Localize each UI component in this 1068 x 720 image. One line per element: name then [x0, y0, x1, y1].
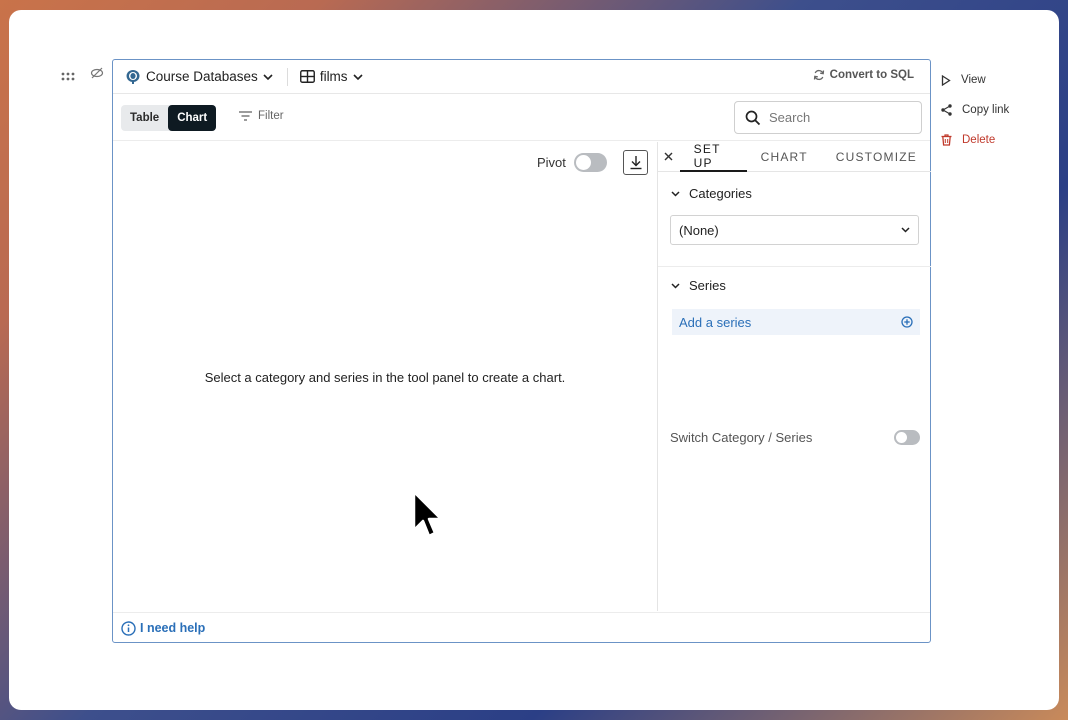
info-icon: [121, 620, 136, 636]
delete-label: Delete: [962, 134, 996, 146]
convert-to-sql-button[interactable]: Convert to SQL: [813, 69, 914, 81]
cell-actions-menu: View Copy link Delete: [941, 65, 1009, 155]
chevron-down-icon: [901, 227, 910, 233]
pivot-toggle[interactable]: [573, 153, 607, 172]
pivot-label: Pivot: [537, 155, 566, 170]
switch-label: Switch Category / Series: [670, 430, 813, 445]
filter-button[interactable]: Filter: [239, 110, 284, 122]
search-icon: [745, 110, 761, 125]
series-label: Series: [689, 278, 726, 293]
eye-off-icon[interactable]: [90, 66, 104, 80]
chevron-down-icon: [352, 73, 363, 80]
divider: [658, 266, 931, 267]
copy-link-label: Copy link: [962, 104, 1010, 116]
categories-section-toggle[interactable]: Categories: [671, 186, 752, 201]
sql-cell: Course Databases films Convert to SQL Ta…: [112, 59, 931, 643]
tab-chart[interactable]: CHART: [747, 142, 822, 172]
mouse-cursor-icon: [412, 490, 443, 538]
panel-tabs: SET UP CHART CUSTOMIZE: [658, 142, 931, 172]
share-icon: [941, 104, 952, 116]
divider: [286, 67, 288, 86]
download-icon: [630, 156, 641, 170]
chevron-down-icon: [263, 73, 273, 80]
toggle-knob: [575, 155, 591, 170]
table-icon: [299, 70, 315, 83]
search-input[interactable]: [769, 110, 909, 125]
play-icon: [941, 74, 951, 86]
delete-action[interactable]: Delete: [941, 125, 1009, 155]
table-name: films: [319, 69, 348, 84]
database-selector[interactable]: Course Databases: [125, 69, 273, 85]
database-name: Course Databases: [146, 69, 258, 84]
close-icon: [664, 152, 673, 161]
convert-label: Convert to SQL: [829, 69, 914, 81]
download-button[interactable]: [623, 150, 648, 175]
cell-header: Course Databases films Convert to SQL: [113, 60, 930, 94]
series-section-toggle[interactable]: Series: [671, 278, 726, 293]
categories-label: Categories: [689, 186, 752, 201]
tab-set-up[interactable]: SET UP: [679, 142, 747, 172]
drag-handle-icon[interactable]: [61, 72, 75, 82]
close-panel-button[interactable]: [658, 152, 680, 161]
tab-customize[interactable]: CUSTOMIZE: [822, 142, 931, 172]
search-box[interactable]: [734, 101, 922, 134]
chevron-down-icon: [671, 190, 680, 197]
view-label: View: [961, 74, 986, 86]
app-window: Course Databases films Convert to SQL Ta…: [9, 10, 1059, 710]
table-view-button[interactable]: Table: [121, 105, 168, 131]
refresh-icon: [813, 69, 824, 81]
category-select[interactable]: (None): [670, 215, 919, 245]
add-series-button[interactable]: Add a series: [672, 309, 920, 335]
cell-toolbar: Table Chart Filter: [113, 95, 930, 141]
filter-label: Filter: [258, 110, 284, 122]
chart-view-button[interactable]: Chart: [168, 105, 217, 131]
chart-tool-panel: SET UP CHART CUSTOMIZE Categories (None)…: [657, 142, 931, 611]
toggle-knob: [896, 432, 907, 443]
switch-category-series-toggle[interactable]: [894, 430, 920, 445]
help-link[interactable]: I need help: [113, 612, 930, 643]
table-selector[interactable]: films: [299, 69, 363, 84]
help-label: I need help: [140, 621, 206, 635]
filter-icon: [239, 111, 252, 121]
view-toggle: Table Chart: [121, 105, 217, 131]
switch-category-series-row: Switch Category / Series: [670, 430, 920, 445]
trash-icon: [941, 134, 952, 146]
view-action[interactable]: View: [941, 65, 1009, 95]
copy-link-action[interactable]: Copy link: [941, 95, 1009, 125]
plus-circle-icon: [901, 316, 913, 328]
postgres-icon: [126, 69, 140, 84]
category-value: (None): [679, 222, 719, 238]
chevron-down-icon: [671, 282, 680, 289]
add-series-label: Add a series: [679, 314, 752, 330]
chart-area: Pivot Select a category and series in th…: [113, 142, 657, 611]
empty-chart-message: Select a category and series in the tool…: [204, 370, 566, 385]
pivot-control: Pivot: [537, 153, 607, 172]
